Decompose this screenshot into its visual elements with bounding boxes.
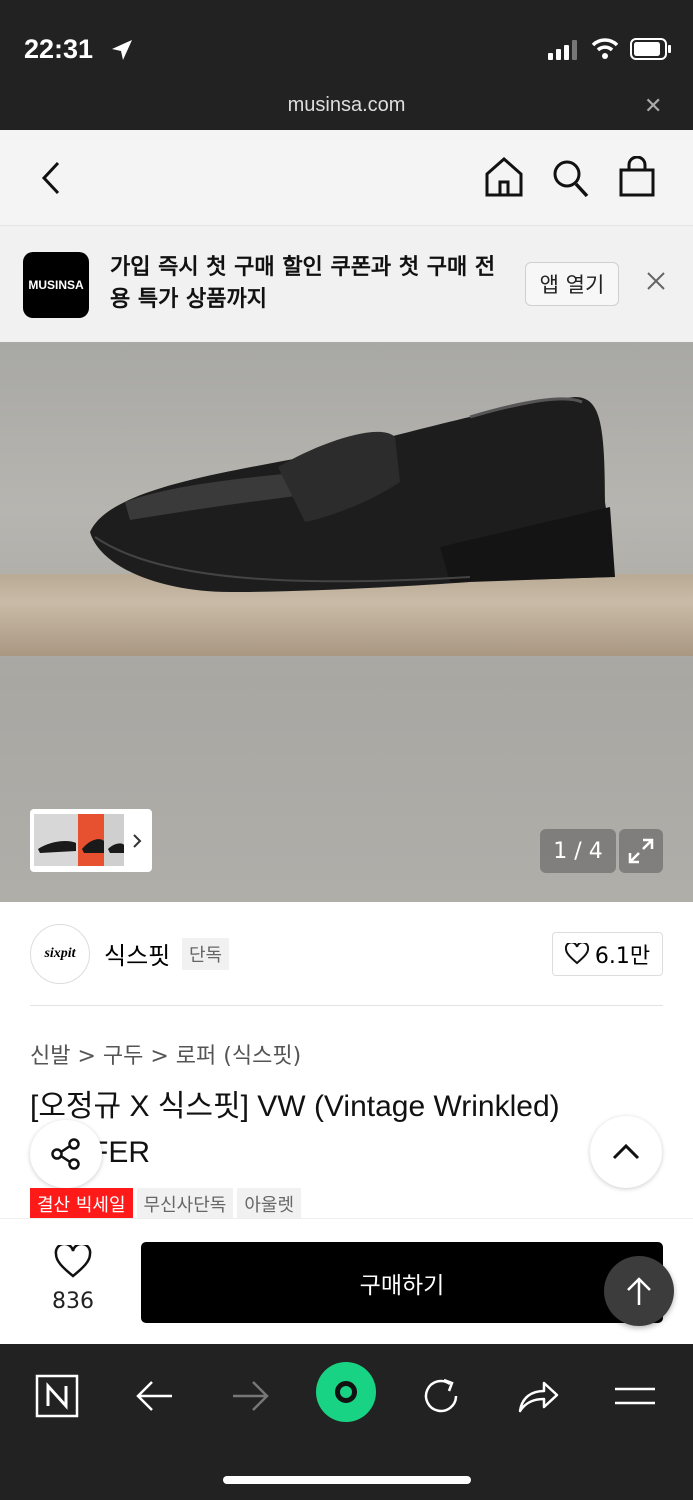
home-icon[interactable]	[484, 156, 524, 198]
chevron-up-icon	[612, 1143, 640, 1160]
record-icon[interactable]	[316, 1362, 376, 1422]
url-text[interactable]: musinsa.com	[0, 94, 693, 117]
thumbnail-image[interactable]	[30, 809, 152, 872]
location-icon	[112, 40, 132, 60]
share-icon[interactable]	[510, 1368, 566, 1424]
heart-icon[interactable]	[54, 1242, 92, 1279]
open-app-button[interactable]: 앱 열기	[525, 262, 619, 306]
site-header	[0, 130, 693, 226]
product-title: [오정규 X 식스핏] VW (Vintage Wrinkled) LOAFER	[30, 1090, 560, 1169]
expand-icon[interactable]	[619, 829, 663, 873]
scroll-to-top-button[interactable]	[604, 1256, 674, 1326]
wifi-icon	[591, 38, 619, 59]
exclusive-badge: 단독	[182, 938, 230, 970]
brand-like-count: 6.1만	[594, 944, 651, 969]
share-icon	[51, 1138, 80, 1170]
brand-row[interactable]: sixpit 식스핏 단독 6.1만	[0, 902, 693, 1006]
thumbnail-strip[interactable]	[30, 809, 152, 872]
refresh-icon[interactable]	[413, 1368, 469, 1424]
heart-icon	[564, 943, 589, 965]
outlet-tag: 아울렛	[237, 1188, 302, 1218]
purchase-bar: 836 구매하기	[0, 1218, 693, 1344]
bag-icon[interactable]	[618, 156, 656, 198]
product-image[interactable]: 1 / 4	[0, 342, 693, 902]
battery-icon	[630, 38, 671, 60]
brand-like-button[interactable]: 6.1만	[552, 932, 663, 976]
search-icon[interactable]	[551, 158, 589, 198]
back-icon[interactable]	[127, 1368, 183, 1424]
brand-name[interactable]: 식스핏	[104, 936, 170, 971]
banner-message: 가입 즉시 첫 구매 할인 쿠폰과 첫 구매 전용 특가 상품까지	[110, 255, 496, 312]
wishlist-count: 836	[52, 1289, 94, 1314]
forward-icon[interactable]	[222, 1368, 278, 1424]
musinsa-logo: MUSINSA	[23, 252, 89, 318]
home-indicator	[223, 1476, 471, 1484]
signal-icon	[548, 40, 577, 60]
collapse-button[interactable]	[590, 1116, 662, 1188]
product-tags: 결산 빅세일 무신사단독 아울렛	[30, 1188, 302, 1218]
arrow-up-icon	[627, 1277, 651, 1305]
status-time: 22:31	[24, 34, 94, 64]
divider	[30, 1005, 663, 1006]
share-button[interactable]	[30, 1120, 102, 1188]
brand-logo[interactable]: sixpit	[30, 924, 90, 984]
exclusive-tag: 무신사단독	[136, 1188, 234, 1218]
buy-button[interactable]: 구매하기	[141, 1242, 663, 1323]
close-icon[interactable]: ✕	[644, 94, 662, 119]
sale-tag: 결산 빅세일	[30, 1188, 133, 1218]
image-counter: 1 / 4	[540, 829, 616, 873]
wishlist-button[interactable]	[40, 1242, 106, 1283]
app-banner[interactable]: MUSINSA 가입 즉시 첫 구매 할인 쿠폰과 첫 구매 전용 특가 상품까…	[0, 226, 693, 342]
status-bar: 22:31	[0, 0, 693, 88]
breadcrumb[interactable]: 신발 > 구두 > 로퍼 (식스핏)	[30, 1038, 301, 1070]
menu-icon[interactable]	[607, 1368, 663, 1424]
url-bar[interactable]: musinsa.com ✕	[0, 88, 693, 130]
close-icon[interactable]	[645, 270, 667, 292]
naver-icon[interactable]	[29, 1368, 85, 1424]
loafer-shoe-image	[90, 397, 615, 592]
back-icon[interactable]	[38, 160, 68, 196]
